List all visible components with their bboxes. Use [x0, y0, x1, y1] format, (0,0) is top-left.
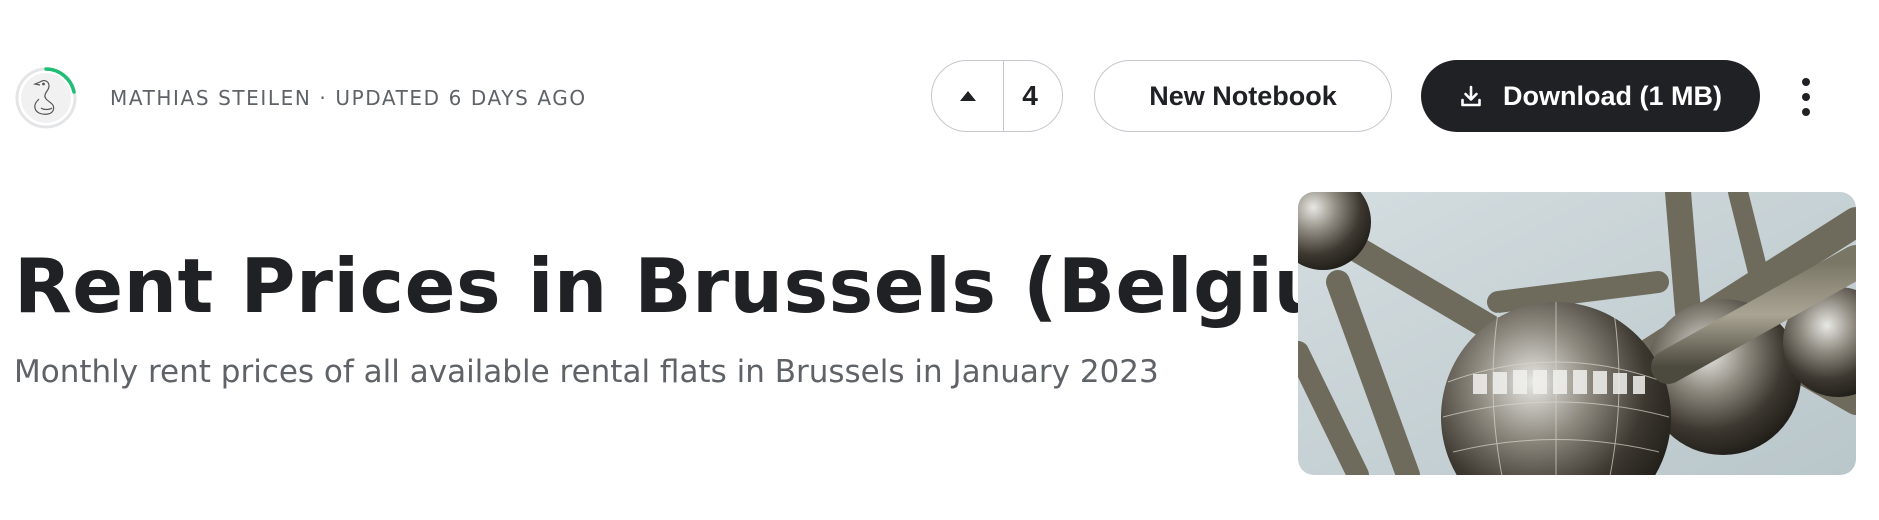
- upvote-button[interactable]: [932, 61, 1004, 131]
- atomium-cover-image: [1298, 192, 1856, 475]
- upvote-count: 4: [1022, 80, 1038, 111]
- download-button[interactable]: Download (1 MB): [1421, 60, 1760, 132]
- download-icon: [1459, 84, 1483, 108]
- cover-image: [1298, 192, 1856, 475]
- author-info: MATHIAS STEILEN · UPDATED 6 DAYS AGO: [14, 66, 587, 130]
- author-byline[interactable]: MATHIAS STEILEN · UPDATED 6 DAYS AGO: [110, 86, 587, 110]
- avatar[interactable]: [14, 66, 78, 130]
- dataset-header: MATHIAS STEILEN · UPDATED 6 DAYS AGO 4 N…: [0, 0, 1879, 150]
- download-button-label: Download (1 MB): [1503, 80, 1722, 111]
- kebab-menu-icon[interactable]: [1792, 78, 1820, 116]
- triangle-up-icon: [959, 91, 976, 101]
- page-title: Rent Prices in Brussels (Belgium): [14, 242, 1441, 330]
- avatar-progress-ring: [15, 67, 77, 129]
- page-subtitle: Monthly rent prices of all available ren…: [14, 354, 1159, 390]
- upvote-control: 4: [931, 60, 1063, 132]
- new-notebook-button[interactable]: New Notebook: [1094, 60, 1392, 132]
